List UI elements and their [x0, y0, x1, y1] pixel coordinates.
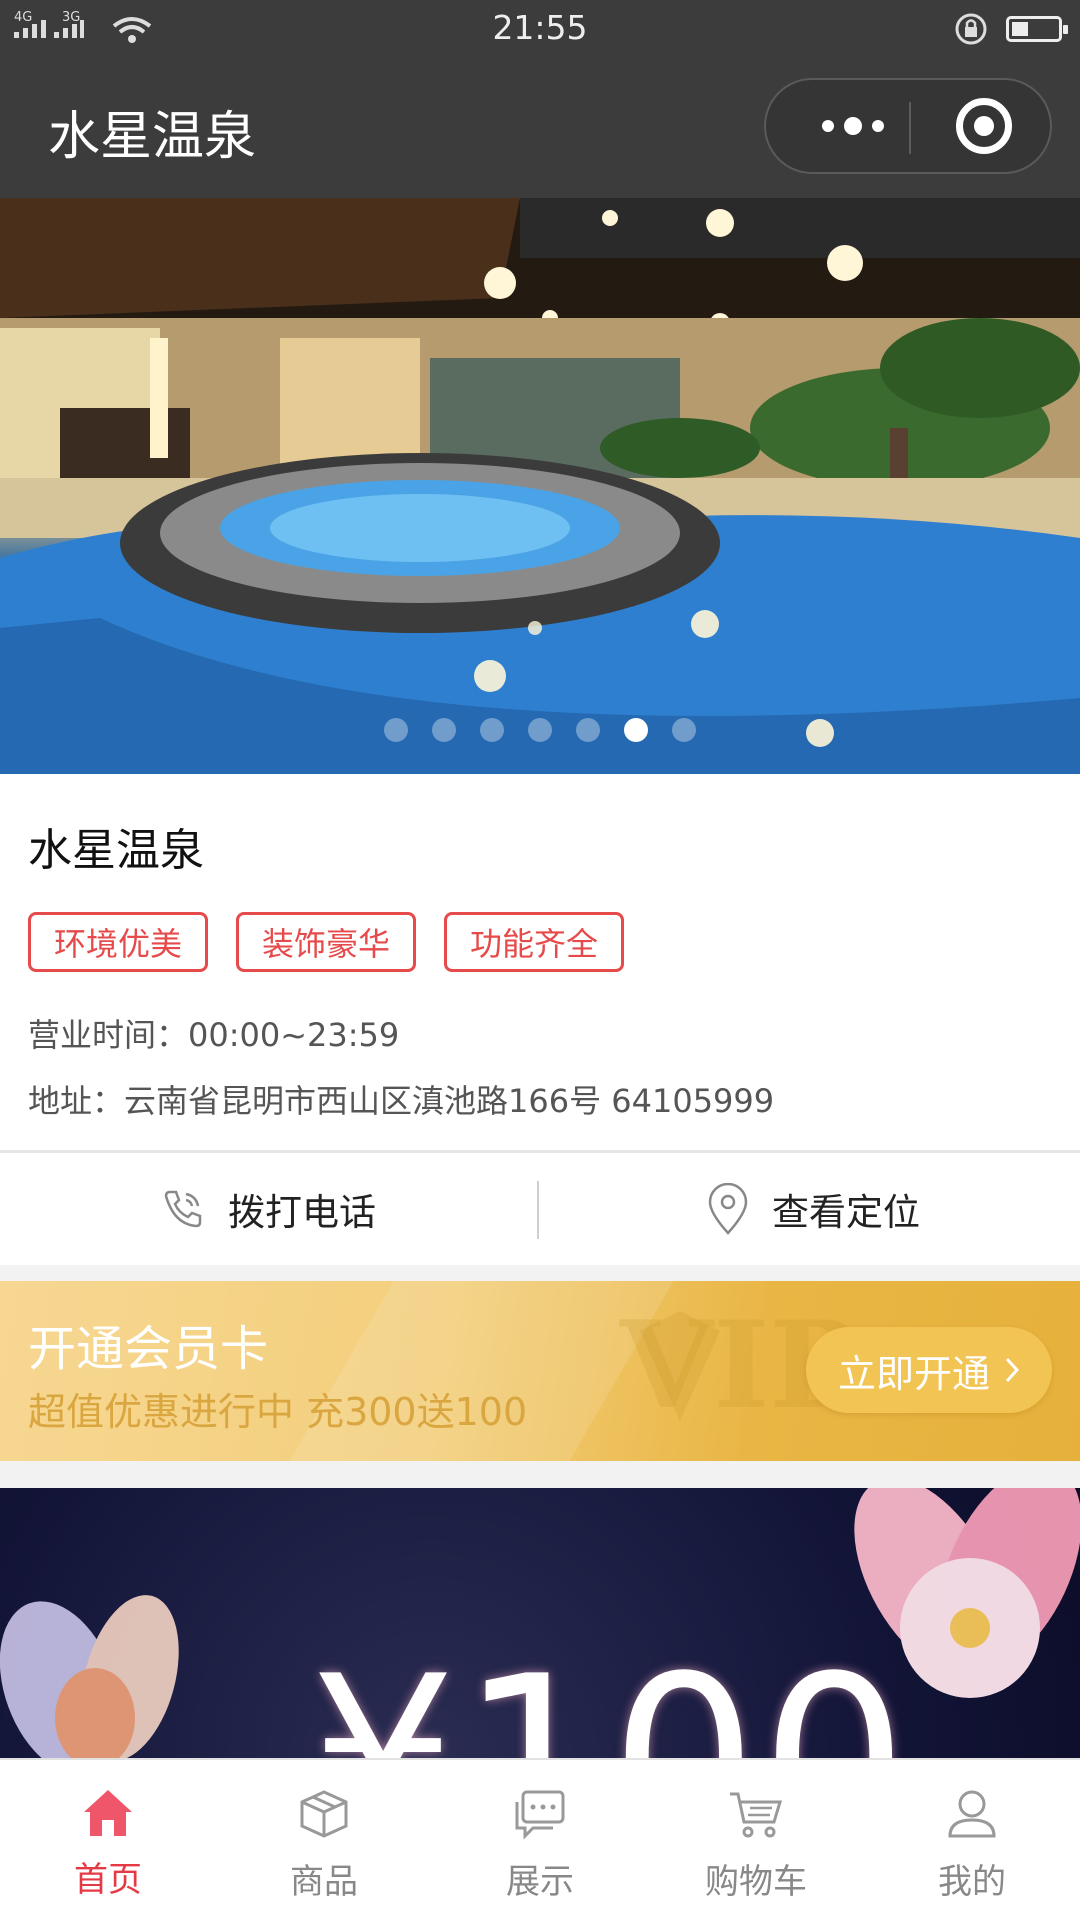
tab-label: 商品	[290, 1862, 358, 1902]
member-card-subtitle: 超值优惠进行中 充300送100	[28, 1390, 528, 1434]
contact-actions: 拨打电话 查看定位	[0, 1153, 1080, 1265]
chat-icon	[515, 1790, 565, 1840]
open-membership-label: 立即开通	[837, 1351, 990, 1396]
mini-program-capsule	[764, 78, 1052, 174]
tab-profile[interactable]: 我的	[864, 1760, 1080, 1920]
capsule-divider	[909, 102, 911, 154]
tab-showcase[interactable]: 展示	[432, 1760, 648, 1920]
member-card-title: 开通会员卡	[28, 1321, 269, 1377]
call-label: 拨打电话	[228, 1191, 376, 1234]
chevron-right-icon	[1005, 1357, 1020, 1383]
store-tag: 装饰豪华	[236, 912, 416, 972]
status-bar: 4G 3G 21:55	[0, 0, 1080, 56]
bottom-tabbar: 首页 商品 展示 购物车 我的	[0, 1758, 1080, 1920]
carousel-dot[interactable]	[384, 718, 408, 742]
tab-products[interactable]: 商品	[216, 1760, 432, 1920]
page-title: 水星温泉	[48, 107, 257, 167]
store-name: 水星温泉	[28, 825, 204, 876]
carousel-dot-active[interactable]	[624, 718, 648, 742]
user-icon	[948, 1790, 996, 1838]
tab-label: 首页	[74, 1860, 142, 1900]
business-hours: 营业时间：00:00~23:59	[28, 1016, 400, 1054]
open-membership-button[interactable]: 立即开通	[806, 1327, 1052, 1413]
carousel-dot[interactable]	[672, 718, 696, 742]
cart-icon	[730, 1792, 783, 1838]
promo-amount: ¥100	[310, 1628, 911, 1758]
tab-label: 展示	[506, 1862, 574, 1902]
tab-label: 我的	[938, 1862, 1006, 1902]
store-tag: 环境优美	[28, 912, 208, 972]
promo-banner[interactable]: ¥100	[0, 1488, 1080, 1758]
more-dots-icon[interactable]	[808, 80, 898, 172]
hero-carousel[interactable]	[0, 198, 1080, 774]
hero-pool-image	[0, 198, 1080, 774]
carousel-indicators	[0, 718, 1080, 742]
tab-label: 购物车	[705, 1862, 807, 1902]
box-icon	[300, 1790, 348, 1838]
member-card-banner[interactable]: VIP 开通会员卡 超值优惠进行中 充300送100 立即开通	[0, 1281, 1080, 1461]
carousel-dot[interactable]	[576, 718, 600, 742]
home-icon	[84, 1790, 132, 1836]
store-tags: 环境优美 装饰豪华 功能齐全	[28, 912, 624, 972]
carousel-dot[interactable]	[528, 718, 552, 742]
tab-home[interactable]: 首页	[0, 1760, 216, 1920]
store-tag: 功能齐全	[444, 912, 624, 972]
top-bar: 4G 3G 21:55 水星温泉	[0, 0, 1080, 198]
location-pin-icon	[708, 1183, 748, 1235]
status-right-icons	[954, 12, 1068, 46]
locate-label: 查看定位	[772, 1191, 920, 1234]
target-circle-icon[interactable]	[956, 98, 1012, 154]
carousel-dot[interactable]	[480, 718, 504, 742]
tab-cart[interactable]: 购物车	[648, 1760, 864, 1920]
rotation-lock-icon	[955, 13, 987, 45]
call-button[interactable]: 拨打电话	[160, 1153, 376, 1265]
actions-divider	[537, 1181, 539, 1239]
locate-button[interactable]: 查看定位	[706, 1153, 920, 1265]
status-time: 21:55	[492, 8, 588, 47]
phone-icon	[164, 1190, 202, 1228]
store-address: 地址：云南省昆明市西山区滇池路166号 64105999	[28, 1082, 775, 1120]
battery-icon	[1006, 16, 1068, 42]
store-info: 水星温泉 环境优美 装饰豪华 功能齐全 营业时间：00:00~23:59 地址：…	[0, 774, 1080, 1150]
carousel-dot[interactable]	[432, 718, 456, 742]
